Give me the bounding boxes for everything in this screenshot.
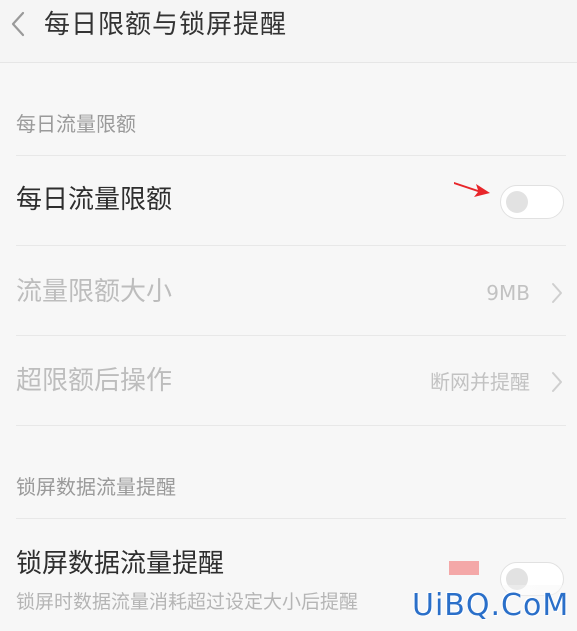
over-limit-action-value: 断网并提醒 — [430, 370, 530, 394]
divider — [16, 155, 566, 156]
chevron-right-icon — [552, 372, 562, 392]
row-label-limit-size: 流量限额大小 — [16, 277, 173, 307]
red-arrow-icon — [454, 182, 490, 197]
lockscreen-reminder-description: 锁屏时数据流量消耗超过设定大小后提醒 — [16, 591, 359, 613]
section-header-lockscreen: 锁屏数据流量提醒 — [16, 475, 176, 499]
row-label-over-limit-action: 超限额后操作 — [16, 366, 173, 396]
divider — [16, 518, 566, 519]
divider — [16, 335, 566, 336]
limit-size-value: 9MB — [486, 281, 530, 305]
pink-mark — [449, 561, 479, 575]
watermark-logo: UiBQ.CoM — [412, 588, 570, 623]
divider — [16, 245, 566, 246]
row-label-daily-limit: 每日流量限额 — [16, 185, 173, 215]
toggle-knob — [506, 191, 528, 213]
page-title: 每日限额与锁屏提醒 — [44, 10, 288, 40]
daily-limit-toggle[interactable] — [500, 185, 564, 219]
section-header-daily-limit: 每日流量限额 — [16, 112, 136, 136]
title-bar: 每日限额与锁屏提醒 — [0, 0, 577, 63]
row-label-lockscreen-reminder: 锁屏数据流量提醒 — [16, 549, 225, 579]
divider — [16, 425, 566, 426]
chevron-right-icon — [552, 283, 562, 303]
chevron-left-icon — [11, 11, 25, 37]
back-button[interactable] — [4, 8, 32, 40]
settings-page: 每日限额与锁屏提醒 每日流量限额 每日流量限额 流量限额大小 9MB 超限额后操… — [0, 0, 577, 631]
